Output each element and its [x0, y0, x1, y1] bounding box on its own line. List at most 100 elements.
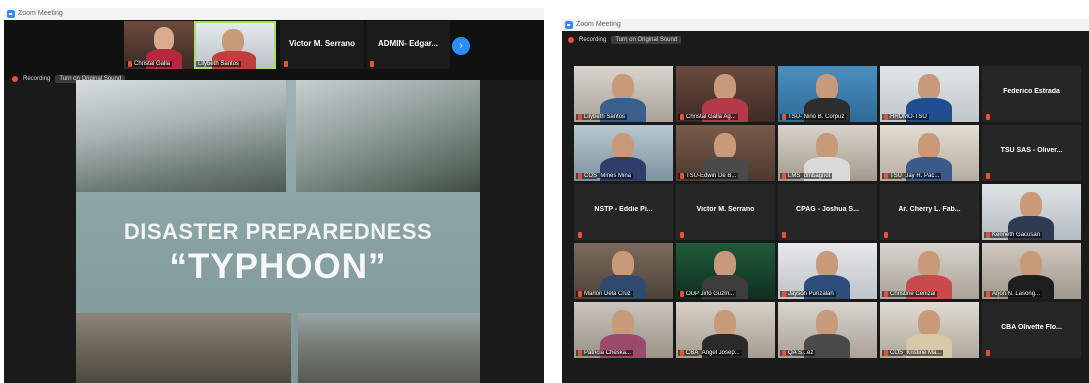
participant-face — [816, 251, 838, 277]
participant-face — [714, 251, 736, 277]
gallery-tile[interactable]: Marlon Dela Cruz — [574, 243, 673, 299]
mic-muted-icon — [986, 350, 990, 356]
gallery-tile[interactable]: Christine Cenizal — [880, 243, 979, 299]
participant-face — [918, 251, 940, 277]
window-title: Zoom Meeting — [18, 10, 63, 17]
mic-muted-icon — [986, 173, 990, 179]
participant-name-tag — [984, 350, 992, 356]
participant-face — [612, 74, 634, 100]
mic-muted-icon — [986, 232, 990, 238]
gallery-tile[interactable]: COS_Kristine Ma... — [880, 302, 979, 358]
gallery-tile[interactable]: Jayson Punzalan — [778, 243, 877, 299]
recording-icon — [12, 76, 18, 82]
strip-tile-3[interactable]: Victor M. Serrano — [280, 21, 364, 69]
mic-muted-icon — [986, 114, 990, 120]
participant-name: NSTP - Eddie Pi... — [594, 206, 653, 213]
gallery-tile[interactable]: QA S...ez — [778, 302, 877, 358]
gallery-tile[interactable]: Arjon N. Lasong... — [982, 243, 1081, 299]
participant-name: CBA Olivette Flo... — [1001, 324, 1062, 331]
gallery-tile[interactable]: TSU SAS - Oliver... — [982, 125, 1081, 181]
photo-flooded-street — [76, 80, 286, 192]
mic-muted-icon — [782, 173, 786, 179]
mic-muted-icon — [986, 291, 990, 297]
zoom-logo-icon — [7, 10, 15, 18]
participant-face — [612, 133, 634, 159]
gallery-tile[interactable]: HRDMO-TSU — [880, 66, 979, 122]
mic-muted-icon — [680, 350, 684, 356]
mic-muted-icon — [578, 232, 582, 238]
gallery-tile[interactable]: Lilybeth Santos — [574, 66, 673, 122]
strip-tile-2[interactable]: Lilybeth Santos — [194, 21, 276, 69]
participant-face — [612, 310, 634, 336]
participant-name-tag — [678, 232, 686, 238]
participant-face — [714, 74, 736, 100]
participant-face — [714, 133, 736, 159]
mic-muted-icon — [578, 291, 582, 297]
original-sound-button[interactable]: Turn on Original Sound — [611, 36, 682, 44]
participant-name-tag: Arjon N. Lasong... — [984, 291, 1043, 297]
participant-face — [816, 310, 838, 336]
participant-name: Ar. Cherry L. Fab... — [898, 206, 961, 213]
participant-face — [1020, 251, 1042, 277]
participant-name-tag: COS_Kristine Ma... — [882, 350, 944, 356]
video-strip: Christal Galla Lilybeth Santos Victor M.… — [4, 20, 544, 80]
participant-name-tag: QA S...ez — [780, 350, 816, 356]
participant-face — [918, 133, 940, 159]
participant-face — [816, 74, 838, 100]
participant-name-tag: HRDMO-TSU — [882, 114, 929, 120]
participant-name: Victor M. Serrano — [288, 39, 356, 48]
mic-muted-icon — [884, 173, 888, 179]
gallery-tile[interactable]: Ar. Cherry L. Fab... — [880, 184, 979, 240]
mic-muted-icon — [370, 61, 374, 67]
participant-name-tag — [368, 61, 376, 67]
gallery-tile[interactable]: LMS_dmbagnot — [778, 125, 877, 181]
mic-muted-icon — [128, 61, 132, 67]
gallery-tile[interactable]: Christal Galla Ag... — [676, 66, 775, 122]
gallery-tile[interactable]: TSU_Jay R. Pac... — [880, 125, 979, 181]
gallery-tile[interactable]: Victor M. Serrano — [676, 184, 775, 240]
mic-muted-icon — [680, 232, 684, 238]
gallery-tile[interactable]: OUP Jirlo Guzm... — [676, 243, 775, 299]
gallery-tile[interactable]: Patricia Cheska... — [574, 302, 673, 358]
next-page-button[interactable]: › — [452, 37, 470, 55]
participant-face — [918, 310, 940, 336]
mic-muted-icon — [782, 114, 786, 120]
participant-name-tag: Lilybeth Santos — [576, 114, 628, 120]
participant-name-tag: Christal Galla — [126, 61, 173, 67]
participant-name: ADMIN- Edgar... — [377, 39, 438, 48]
photo-destroyed-town — [298, 313, 480, 383]
participant-name: Federico Estrada — [1003, 88, 1060, 95]
gallery-tile[interactable]: CBA Olivette Flo... — [982, 302, 1081, 358]
gallery-tile[interactable]: COS_Mines Mina — [574, 125, 673, 181]
participant-name: Victor M. Serrano — [696, 206, 755, 213]
mic-muted-icon — [680, 291, 684, 297]
mic-muted-icon — [884, 350, 888, 356]
title-bar: Zoom Meeting — [562, 19, 1089, 31]
mic-muted-icon — [284, 61, 288, 67]
gallery-tile[interactable]: CBA_Angel Josep... — [676, 302, 775, 358]
gallery-tile[interactable]: NSTP - Eddie Pi... — [574, 184, 673, 240]
mic-muted-icon — [680, 114, 684, 120]
gallery-tile[interactable]: Federico Estrada — [982, 66, 1081, 122]
recording-label: Recording — [23, 76, 51, 82]
participant-name-tag — [984, 114, 992, 120]
shared-slide: DISASTER PREPAREDNESS “TYPHOON” — [76, 80, 480, 383]
participant-face — [1020, 192, 1042, 218]
participant-name-tag — [576, 232, 584, 238]
gallery-tile[interactable]: TSU-Edwin De B... — [676, 125, 775, 181]
strip-tile-4[interactable]: ADMIN- Edgar... — [366, 21, 450, 69]
strip-tile-1[interactable]: Christal Galla — [124, 21, 204, 69]
recording-label: Recording — [579, 37, 607, 43]
recording-bar: Recording Turn on Original Sound — [568, 36, 682, 44]
gallery-tile[interactable]: TSU- Niño B. Corpuz — [778, 66, 877, 122]
zoom-window-right: Zoom Meeting Recording Turn on Original … — [562, 19, 1089, 383]
gallery-tile[interactable]: Kenneth Gacusan — [982, 184, 1081, 240]
mic-muted-icon — [782, 350, 786, 356]
mic-muted-icon — [680, 173, 684, 179]
participant-name-tag — [984, 173, 992, 179]
gallery-tile[interactable]: CPAG - Joshua S... — [778, 184, 877, 240]
mic-muted-icon — [782, 232, 786, 238]
participant-face — [612, 251, 634, 277]
participant-name-tag: OUP Jirlo Guzm... — [678, 291, 737, 297]
participant-name: TSU SAS - Oliver... — [1000, 147, 1063, 154]
